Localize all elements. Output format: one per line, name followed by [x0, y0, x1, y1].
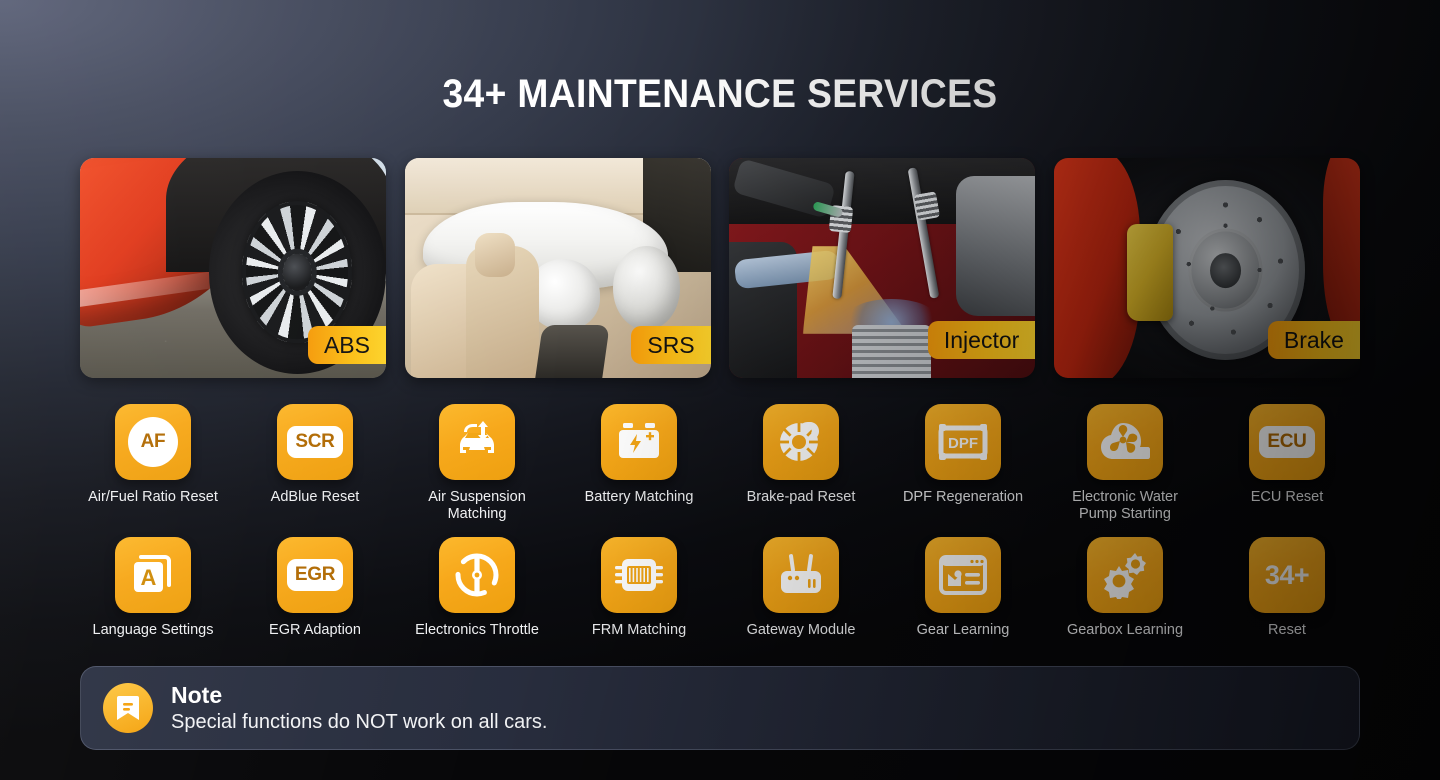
feature-card-brake[interactable]: Brake [1053, 158, 1360, 378]
dpf-badge-icon: DPF [925, 404, 1001, 480]
gear-window-icon [925, 537, 1001, 613]
throttle-body-icon [439, 537, 515, 613]
service-label: FRM Matching [591, 622, 687, 638]
service-label: Air/Fuel Ratio Reset [88, 489, 218, 505]
service-item-battery-matching[interactable]: Battery Matching [558, 404, 720, 523]
scr-badge-icon: SCR [277, 404, 353, 480]
service-label: EGR Adaption [269, 622, 361, 638]
service-grid: AF Air/Fuel Ratio Reset SCR AdBlue Reset [72, 404, 1368, 639]
service-label: Air Suspension Matching [428, 489, 526, 522]
service-label: Reset [1268, 622, 1306, 638]
service-item-brake-pad-reset[interactable]: Brake-pad Reset [720, 404, 882, 523]
service-label: Brake-pad Reset [746, 489, 856, 505]
service-label: Electronic Water Pump Starting [1072, 489, 1178, 522]
svg-text:A: A [141, 565, 157, 590]
service-item-electronic-water-pump-starting[interactable]: Electronic Water Pump Starting [1044, 404, 1206, 523]
count-badge-icon: 34+ [1249, 537, 1325, 613]
language-card-icon: A [115, 537, 191, 613]
service-label: ECU Reset [1250, 489, 1324, 505]
service-item-adblue-reset[interactable]: SCR AdBlue Reset [234, 404, 396, 523]
service-label: Gearbox Learning [1066, 622, 1184, 638]
note-bookmark-icon [103, 683, 153, 733]
card-label-abs: ABS [307, 326, 386, 364]
feature-card-srs[interactable]: SRS [404, 158, 711, 378]
ecu-badge-icon: ECU [1249, 404, 1325, 480]
egr-badge-text: EGR [294, 564, 336, 585]
feature-card-abs[interactable]: ABS [80, 158, 386, 378]
card-label-brake: Brake [1267, 321, 1360, 359]
service-item-gateway-module[interactable]: Gateway Module [720, 537, 882, 639]
service-label: Electronics Throttle [415, 622, 539, 638]
service-item-dpf-regeneration[interactable]: DPF DPF Regeneration [882, 404, 1044, 523]
note-panel: Note Special functions do NOT work on al… [80, 666, 1360, 750]
water-pump-icon [1087, 404, 1163, 480]
egr-badge-icon: EGR [277, 537, 353, 613]
service-item-air-suspension-matching[interactable]: Air Suspension Matching [396, 404, 558, 523]
service-label: Gear Learning [916, 622, 1010, 638]
service-item-language-settings[interactable]: A Language Settings [72, 537, 234, 639]
service-item-ecu-reset[interactable]: ECU ECU Reset [1206, 404, 1368, 523]
service-item-electronics-throttle[interactable]: Electronics Throttle [396, 537, 558, 639]
service-label: AdBlue Reset [270, 489, 360, 505]
page-background: 34+ MAINTENANCE SERVICES ABS SRS Injecto… [0, 0, 1440, 780]
feature-card-row: ABS SRS Injector Brake [80, 158, 1360, 378]
car-suspension-icon [439, 404, 515, 480]
control-module-icon [601, 537, 677, 613]
card-label-srs: SRS [631, 326, 711, 364]
card-label-injector: Injector [927, 321, 1036, 359]
af-badge-icon: AF [115, 404, 191, 480]
service-item-gear-learning[interactable]: Gear Learning [882, 537, 1044, 639]
gears-icon [1087, 537, 1163, 613]
scr-badge-text: SCR [295, 431, 335, 452]
feature-card-injector[interactable]: Injector [729, 158, 1036, 378]
service-label: Language Settings [92, 622, 214, 638]
service-item-egr-adaption[interactable]: EGR EGR Adaption [234, 537, 396, 639]
service-item-air-fuel-ratio-reset[interactable]: AF Air/Fuel Ratio Reset [72, 404, 234, 523]
service-label: Gateway Module [746, 622, 856, 638]
af-badge-text: AF [140, 431, 166, 452]
service-label: DPF Regeneration [902, 489, 1024, 505]
service-item-gearbox-learning[interactable]: Gearbox Learning [1044, 537, 1206, 639]
service-label: Battery Matching [584, 489, 694, 505]
note-body: Special functions do NOT work on all car… [171, 710, 548, 733]
ecu-badge-text: ECU [1267, 431, 1307, 452]
brake-rotor-icon [763, 404, 839, 480]
service-item-frm-matching[interactable]: FRM Matching [558, 537, 720, 639]
svg-text:DPF: DPF [948, 435, 978, 452]
note-title: Note [171, 681, 223, 708]
gateway-router-icon [763, 537, 839, 613]
count-badge-text: 34+ [1264, 559, 1310, 590]
service-item-reset[interactable]: 34+ Reset [1206, 537, 1368, 639]
page-title: 34+ MAINTENANCE SERVICES [442, 72, 998, 116]
battery-icon [601, 404, 677, 480]
